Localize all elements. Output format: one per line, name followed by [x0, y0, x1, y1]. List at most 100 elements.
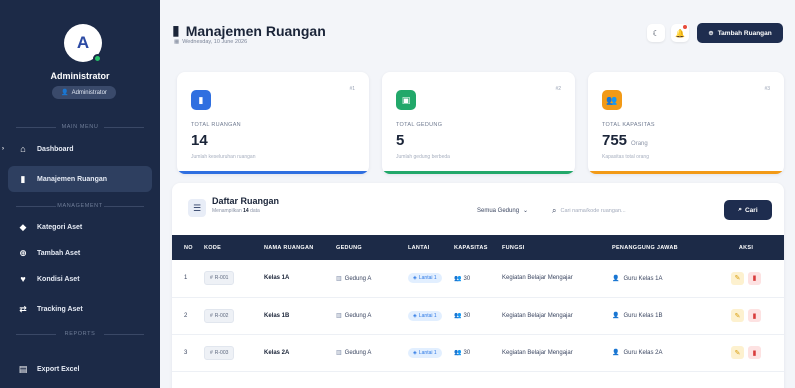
- card-value-number: 5: [396, 132, 405, 149]
- section-label-main: MAIN MENU: [0, 124, 160, 130]
- column-header-aksi: AKSI: [738, 244, 754, 251]
- sidebar-item-tambah-aset[interactable]: ⊕ Tambah Aset: [8, 240, 152, 266]
- column-header-kode[interactable]: KODE: [204, 235, 264, 260]
- hash-icon: #: [210, 349, 213, 356]
- edit-button[interactable]: ✎: [731, 309, 744, 322]
- search-icon: ⌕: [738, 206, 742, 213]
- cell-kapasitas: 30: [463, 350, 471, 356]
- card-accent-bar: [382, 171, 575, 174]
- users-icon: 👥: [454, 350, 462, 356]
- cell-no: 3: [184, 349, 188, 356]
- add-room-button[interactable]: ⊕ Tambah Ruangan: [697, 23, 783, 43]
- users-icon: 👥: [602, 90, 622, 110]
- home-icon: ⌂: [20, 144, 26, 154]
- users-icon: 👥: [454, 275, 462, 282]
- page-title-text: Manajemen Ruangan: [185, 22, 326, 39]
- column-header-penanggung-jawab[interactable]: PENANGGUNG JAWAB: [612, 235, 708, 260]
- column-header-lantai[interactable]: LANTAI: [408, 235, 454, 260]
- tag-icon: ◆: [19, 221, 27, 232]
- sidebar-item-manajemen-ruangan[interactable]: ▮ Manajemen Ruangan: [8, 166, 152, 192]
- door-icon: ▮: [172, 22, 180, 38]
- cell-kapasitas: 30: [463, 275, 471, 282]
- search-button[interactable]: ⌕ Cari: [724, 200, 772, 220]
- sidebar-item-kondisi-aset[interactable]: ♥ Kondisi Aset: [8, 266, 152, 292]
- trash-icon: ▮: [752, 312, 757, 320]
- plus-circle-icon: ⊕: [708, 30, 714, 37]
- delete-button[interactable]: ▮: [748, 309, 761, 322]
- sidebar-item-dashboard[interactable]: › ⌂ Dashboard: [2, 136, 152, 162]
- caret-icon: ›: [2, 146, 4, 152]
- edit-icon: ✎: [734, 312, 741, 320]
- kode-pill: # R-001: [204, 271, 235, 286]
- card-label: TOTAL RUANGAN: [191, 122, 241, 128]
- edit-button[interactable]: ✎: [731, 346, 744, 359]
- sidebar-item-export-excel[interactable]: ▤ Export Excel: [8, 356, 152, 382]
- online-status-dot: [93, 54, 102, 63]
- user-tie-icon: 👤: [612, 313, 620, 319]
- list-icon: ☰: [188, 199, 206, 217]
- card-unit: Orang: [631, 141, 648, 147]
- cell-fungsi: Kegiatan Belajar Mengajar: [502, 312, 573, 319]
- user-tie-icon: 👤: [612, 350, 620, 356]
- table-row[interactable]: 2 # R-002 Kelas 1B ▥ Gedung A ◈ Lantai 1 👥 3…: [172, 297, 784, 334]
- subtitle-suffix: data: [250, 208, 260, 214]
- stat-card-total-kapasitas: 👥 #3 TOTAL KAPASITAS 755 Orang Kapasitas…: [588, 72, 784, 174]
- kode-pill: # R-003: [204, 345, 235, 360]
- card-subtitle: Kapasitas total orang: [602, 154, 649, 160]
- sidebar-item-label: Dashboard: [37, 145, 74, 153]
- subtitle-count: 14: [243, 208, 249, 214]
- panel-subtitle: Menampilkan 14 data: [212, 208, 260, 214]
- trash-icon: ▮: [752, 275, 757, 283]
- edit-button[interactable]: ✎: [731, 271, 744, 285]
- sidebar-item-tracking-aset[interactable]: ⇄ Tracking Aset: [8, 296, 152, 322]
- sidebar-item-kategori-aset[interactable]: ◆ Kategori Aset: [8, 214, 152, 240]
- building-filter-select[interactable]: Semua Gedung ⌄: [477, 203, 547, 218]
- column-header-gedung[interactable]: GEDUNG: [336, 235, 408, 260]
- card-value-number: 14: [191, 132, 208, 149]
- role-badge: 👤 Administrator: [52, 86, 116, 99]
- card-subtitle: Jumlah keseluruhan ruangan: [191, 154, 256, 160]
- stat-card-total-ruangan: ▮ #1 TOTAL RUANGAN 14 Jumlah keseluruhan…: [177, 72, 369, 174]
- cell-fungsi: Kegiatan Belajar Mengajar: [502, 275, 573, 282]
- cell-lantai: Lantai 1: [418, 275, 437, 282]
- column-header-nama[interactable]: NAMA RUANGAN: [264, 235, 336, 260]
- calendar-icon: ▦: [174, 39, 180, 45]
- card-value: 755 Orang: [602, 132, 648, 149]
- card-value-number: 755: [602, 132, 628, 149]
- cell-gedung: Gedung A: [344, 275, 372, 282]
- chevron-down-icon: ⌄: [523, 208, 529, 214]
- cell-nama: Kelas 1A: [264, 275, 290, 282]
- card-tag: #3: [764, 86, 770, 92]
- delete-button[interactable]: ▮: [748, 271, 761, 285]
- hash-icon: #: [210, 312, 213, 319]
- cell-fungsi: Kegiatan Belajar Mengajar: [502, 349, 573, 356]
- subtitle-prefix: Menampilkan: [212, 208, 242, 214]
- bell-icon: 🔔: [675, 28, 685, 38]
- lantai-pill: ◈ Lantai 1: [408, 310, 442, 321]
- theme-toggle-button[interactable]: ☾: [647, 24, 665, 42]
- notification-button[interactable]: 🔔: [671, 24, 689, 42]
- room-table: NO KODE NAMA RUANGAN GEDUNG LANTAI KAPAS…: [172, 235, 784, 372]
- notification-dot: [683, 25, 687, 29]
- search-placeholder: Cari nama/kode ruangan...: [560, 207, 626, 214]
- card-label: TOTAL KAPASITAS: [602, 122, 655, 128]
- table-row[interactable]: 3 # R-003 Kelas 2A ▥ Gedung A ◈ Lantai 1 👥 3…: [172, 334, 784, 371]
- card-accent-bar: [588, 171, 784, 174]
- cell-kode: R-003: [214, 349, 229, 356]
- section-label-management: MANAGEMENT: [0, 203, 160, 209]
- building-icon: ▥: [336, 350, 342, 356]
- column-header-kapasitas[interactable]: KAPASITAS: [454, 235, 502, 260]
- table-row[interactable]: 1 # R-001 Kelas 1A ▥ Gedung A ◈ Lantai 1 👥 3…: [172, 260, 784, 297]
- cell-kode: R-002: [214, 312, 229, 319]
- card-tag: #2: [555, 86, 561, 92]
- delete-button[interactable]: ▮: [748, 346, 761, 359]
- column-header-fungsi[interactable]: FUNGSI: [502, 235, 612, 260]
- search-input[interactable]: ⌕ Cari nama/kode ruangan...: [552, 203, 692, 218]
- building-icon: ▥: [336, 275, 342, 282]
- room-list-panel: ☰ Daftar Ruangan Menampilkan 14 data Sem…: [172, 183, 784, 388]
- cell-no: 1: [184, 275, 188, 282]
- column-header-no[interactable]: NO: [172, 235, 204, 260]
- building-icon: ▣: [396, 90, 416, 110]
- users-icon: 👥: [454, 313, 462, 319]
- sidebar-item-label: Manajemen Ruangan: [37, 175, 108, 183]
